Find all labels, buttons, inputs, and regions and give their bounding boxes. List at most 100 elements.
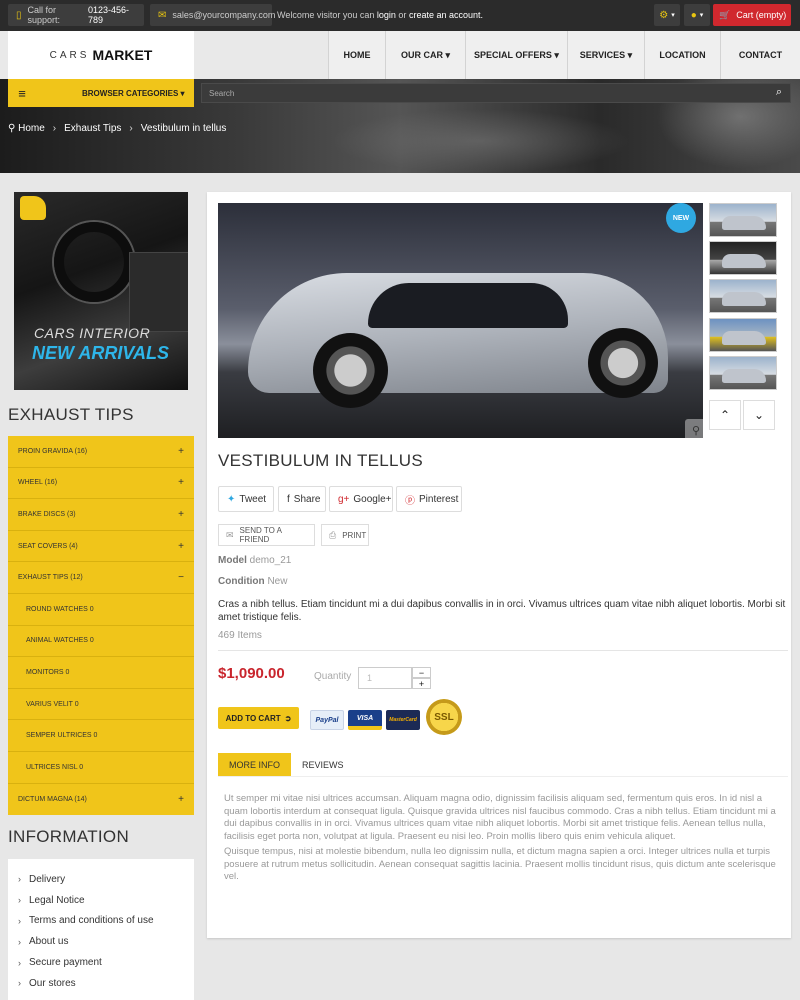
category-item[interactable]: SEAT COVERS (4) +: [8, 531, 194, 563]
quantity-increment-button[interactable]: +: [412, 678, 431, 689]
category-item[interactable]: PROIN GRAVIDA (16) +: [8, 436, 194, 468]
model-label: Model: [218, 555, 247, 566]
cart-icon: 🛒: [719, 9, 731, 20]
condition-row: Condition New: [218, 576, 287, 587]
google-plus-button[interactable]: g+ Google+: [329, 486, 393, 512]
print-button[interactable]: ⎙ PRINT: [321, 524, 369, 546]
settings-dropdown[interactable]: ⚙ ▾: [654, 4, 680, 26]
logo-market: MARKET: [92, 47, 153, 63]
plus-icon: +: [418, 678, 425, 689]
interior-promo-banner[interactable]: CARS INTERIOR NEW ARRIVALS: [14, 192, 188, 390]
envelope-icon: ✉: [158, 9, 167, 21]
thumbnail-up-button[interactable]: ⌃: [709, 400, 741, 430]
nav-services[interactable]: SERVICES ▾: [567, 31, 644, 79]
expand-icon[interactable]: +: [178, 509, 184, 520]
tab-more-info[interactable]: MORE INFO: [218, 753, 291, 776]
subcategory-item[interactable]: ANIMAL WATCHES 0: [8, 626, 194, 658]
product-thumbnail[interactable]: [709, 241, 777, 275]
support-info: ▯ Call for support: 0123-456-789: [8, 4, 144, 26]
subcategory-item[interactable]: ULTRICES NISL 0: [8, 752, 194, 784]
category-list: PROIN GRAVIDA (16) + WHEEL (16) + BRAKE DI…: [8, 436, 194, 816]
car-wheel-graphic: [588, 328, 658, 398]
visa-logo: VISA: [348, 710, 382, 730]
envelope-icon: ✉: [226, 529, 234, 540]
product-thumbnail[interactable]: [709, 318, 777, 352]
info-link[interactable]: › Delivery: [8, 869, 194, 890]
product-thumbnail[interactable]: [709, 203, 777, 237]
subcategory-item[interactable]: VARIUS VELIT 0: [8, 689, 194, 721]
phone-icon: ▯: [16, 9, 22, 21]
expand-icon[interactable]: +: [178, 541, 184, 552]
product-thumbnail[interactable]: [709, 356, 777, 390]
nav-home[interactable]: HOME: [328, 31, 385, 79]
collapse-icon[interactable]: −: [178, 572, 184, 583]
create-account-link[interactable]: create an account.: [409, 10, 483, 20]
categories-label: BROWSER CATEGORIES: [82, 88, 179, 98]
account-dropdown[interactable]: ● ▾: [684, 4, 710, 26]
support-email[interactable]: sales@yourcompany.com: [172, 10, 275, 20]
search-icon[interactable]: ⌕: [776, 86, 782, 99]
category-item[interactable]: WHEEL (16) +: [8, 468, 194, 500]
chevron-down-icon: ▾: [671, 12, 675, 19]
chevron-down-icon: ▾: [699, 12, 704, 19]
tab-reviews[interactable]: REVIEWS: [291, 753, 355, 776]
info-link[interactable]: › Secure payment: [8, 952, 194, 973]
info-link[interactable]: › Terms and conditions of use: [8, 911, 194, 932]
chevron-down-icon: ⌄: [753, 408, 765, 422]
subcategory-item[interactable]: SEMPER ULTRICES 0: [8, 720, 194, 752]
category-item[interactable]: EXHAUST TIPS (12) −: [8, 562, 194, 594]
more-info-paragraph: Ut semper mi vitae nisi ultrices accumsa…: [224, 793, 776, 842]
model-value: demo_21: [249, 555, 292, 566]
send-to-friend-button[interactable]: ✉ SEND TO A FRIEND: [218, 524, 315, 546]
nav-contact[interactable]: CONTACT: [720, 31, 800, 79]
chevron-up-icon: ⌃: [719, 408, 731, 422]
welcome-text: Welcome visitor you can login or create …: [277, 10, 484, 20]
quantity-decrement-button[interactable]: −: [412, 667, 431, 678]
tweet-button[interactable]: ✦ Tweet: [218, 486, 274, 512]
expand-icon[interactable]: +: [178, 477, 184, 488]
condition-value: New: [267, 576, 288, 587]
car-thumbnail-graphic: [722, 292, 766, 306]
nav-our-car[interactable]: OUR CAR ▾: [385, 31, 465, 79]
product-thumbnail[interactable]: [709, 279, 777, 313]
pinterest-button[interactable]: ⓟ Pinterest: [396, 486, 462, 512]
nav-special-offers[interactable]: SPECIAL OFFERS ▾: [465, 31, 567, 79]
gear-icon: ⚙: [659, 9, 669, 21]
chevron-right-icon: ›: [18, 895, 21, 906]
browse-categories-button[interactable]: ≡ BROWSER CATEGORIES ▾: [8, 79, 194, 107]
share-button[interactable]: f Share: [278, 486, 326, 512]
product-main-image[interactable]: ⚲: [218, 203, 703, 438]
breadcrumb: ⚲ Home › Exhaust Tips › Vestibulum in te…: [8, 123, 226, 134]
category-item[interactable]: DICTUM MAGNA (14) +: [8, 784, 194, 816]
mirror-graphic: [20, 196, 46, 220]
category-item[interactable]: BRAKE DISCS (3) +: [8, 499, 194, 531]
breadcrumb-exhaust-tips[interactable]: Exhaust Tips: [64, 123, 121, 134]
cart-label: Cart (empty): [736, 10, 787, 20]
chevron-right-icon: ›: [18, 957, 21, 968]
quantity-input[interactable]: 1: [358, 667, 412, 689]
add-to-cart-button[interactable]: ADD TO CART ➲: [218, 707, 299, 729]
nav-location[interactable]: LOCATION: [644, 31, 720, 79]
logo[interactable]: CARS MARKET: [8, 31, 194, 79]
info-link[interactable]: › About us: [8, 931, 194, 952]
zoom-icon[interactable]: ⚲: [685, 419, 703, 438]
expand-icon[interactable]: +: [178, 446, 184, 457]
info-link[interactable]: › Legal Notice: [8, 890, 194, 911]
breadcrumb-separator: ›: [129, 123, 133, 134]
breadcrumb-home[interactable]: ⚲ Home: [8, 123, 45, 134]
subcategory-item[interactable]: MONITORS 0: [8, 657, 194, 689]
subcategory-item[interactable]: ROUND WATCHES 0: [8, 594, 194, 626]
search-placeholder: Search: [209, 88, 235, 98]
user-icon: ●: [690, 9, 697, 21]
car-window-graphic: [368, 283, 568, 328]
expand-icon[interactable]: +: [178, 794, 184, 805]
email-info: ✉ sales@yourcompany.com: [150, 4, 275, 26]
login-link[interactable]: login: [377, 10, 396, 20]
cart-button[interactable]: 🛒 Cart (empty): [713, 4, 791, 26]
support-phone[interactable]: 0123-456-789: [88, 5, 136, 25]
hero-banner: ≡ BROWSER CATEGORIES ▾ Search ⌕ ⚲ Home ›…: [0, 79, 800, 173]
car-thumbnail-graphic: [722, 369, 766, 383]
thumbnail-down-button[interactable]: ⌄: [743, 400, 775, 430]
search-input[interactable]: Search ⌕: [201, 83, 791, 103]
info-link[interactable]: › Our stores: [8, 973, 194, 994]
